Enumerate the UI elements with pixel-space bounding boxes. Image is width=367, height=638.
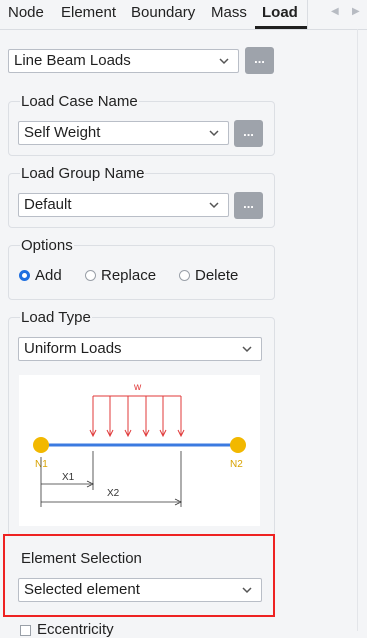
load-w-label: w <box>133 382 142 393</box>
option-add-label: Add <box>35 267 62 284</box>
option-add-radio[interactable]: Add <box>19 267 62 284</box>
uniform-load-diagram: w N1 N2 X1 X2 <box>33 382 246 507</box>
node-n1 <box>33 437 49 453</box>
options-title: Options <box>20 237 74 254</box>
load-group-value: Default <box>24 196 72 213</box>
chevron-down-icon <box>242 587 252 594</box>
chevron-down-icon <box>209 202 219 209</box>
tab-load[interactable]: Load <box>262 4 298 21</box>
node-n2-label: N2 <box>230 459 243 470</box>
node-n1-label: N1 <box>35 459 48 470</box>
scroll-left-icon[interactable]: ◀ <box>331 6 339 17</box>
chevron-down-icon <box>219 58 229 65</box>
eccentricity-label: Eccentricity <box>37 621 114 638</box>
radio-unchecked-icon <box>85 270 96 281</box>
scroll-right-icon[interactable]: ▶ <box>352 6 360 17</box>
chevron-down-icon <box>209 130 219 137</box>
node-n2 <box>230 437 246 453</box>
load-case-title: Load Case Name <box>20 93 139 110</box>
load-case-more-button[interactable]: ... <box>234 120 263 147</box>
load-group-title: Load Group Name <box>20 165 146 182</box>
element-selection-select[interactable]: Selected element <box>18 578 262 602</box>
option-delete-label: Delete <box>195 267 239 284</box>
panel-divider <box>357 29 358 631</box>
element-selection-title: Element Selection <box>21 550 142 567</box>
option-replace-radio[interactable]: Replace <box>85 267 156 284</box>
tab-bar: Node Element Boundary Mass Load ◀ ▶ <box>0 0 367 30</box>
load-type-select[interactable]: Uniform Loads <box>18 337 262 361</box>
load-case-select[interactable]: Self Weight <box>18 121 229 145</box>
tab-mass[interactable]: Mass <box>211 4 247 21</box>
tab-boundary[interactable]: Boundary <box>131 4 195 21</box>
load-case-value: Self Weight <box>24 124 101 141</box>
load-type-title: Load Type <box>20 309 92 326</box>
tab-separator <box>307 0 308 29</box>
load-diagram: w N1 N2 X1 X2 <box>19 375 260 526</box>
radio-checked-icon <box>19 270 30 281</box>
option-delete-radio[interactable]: Delete <box>179 267 238 284</box>
load-arrows <box>89 395 185 438</box>
dimension-x1-label: X1 <box>62 472 75 483</box>
chevron-down-icon <box>242 346 252 353</box>
load-category-value: Line Beam Loads <box>14 52 131 69</box>
load-category-more-button[interactable]: ... <box>245 47 274 74</box>
load-group-more-button[interactable]: ... <box>234 192 263 219</box>
tab-element[interactable]: Element <box>61 4 116 21</box>
option-replace-label: Replace <box>101 267 157 284</box>
load-type-value: Uniform Loads <box>24 340 122 357</box>
active-tab-indicator <box>255 26 307 29</box>
radio-unchecked-icon <box>179 270 190 281</box>
tab-node[interactable]: Node <box>8 4 44 21</box>
load-group-select[interactable]: Default <box>18 193 229 217</box>
dimension-x2-label: X2 <box>107 488 120 499</box>
load-category-select[interactable]: Line Beam Loads <box>8 49 239 73</box>
element-selection-value: Selected element <box>24 581 140 598</box>
